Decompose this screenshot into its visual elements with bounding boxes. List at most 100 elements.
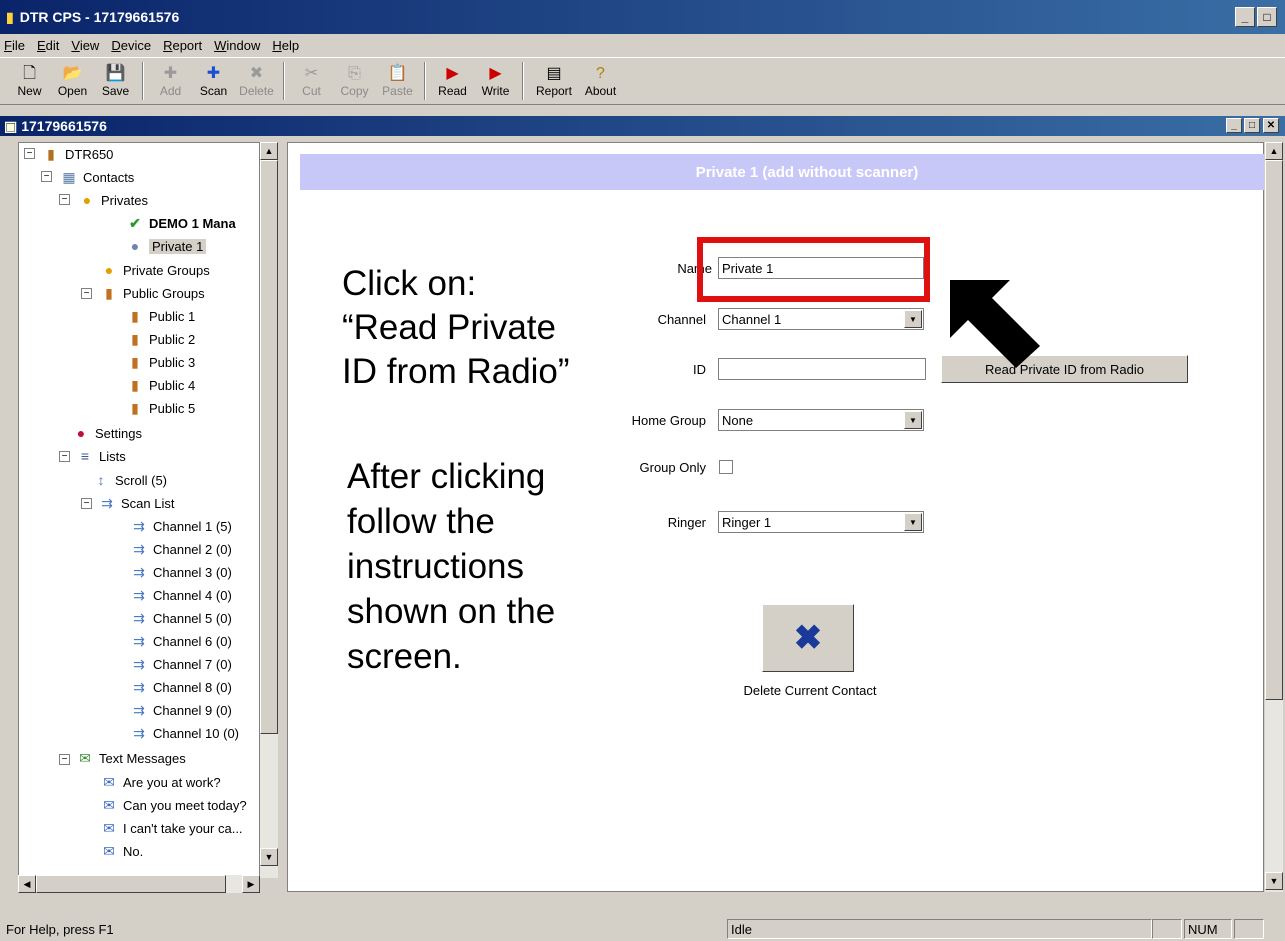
tree-node-channel[interactable]: ⇉ Channel 4 (0) (129, 584, 232, 606)
tree-node-channel[interactable]: ⇉ Channel 2 (0) (129, 538, 232, 560)
id-input[interactable] (718, 358, 926, 380)
menu-help[interactable]: Help (272, 38, 299, 53)
tree-node-channel[interactable]: ⇉ Channel 5 (0) (129, 607, 232, 629)
scroll-thumb[interactable] (260, 160, 278, 734)
minimize-button[interactable]: _ (1235, 7, 1255, 27)
tree-node-demo[interactable]: ✔ DEMO 1 Mana (125, 212, 236, 234)
ringer-value: Ringer 1 (722, 514, 772, 530)
highlight-box (697, 237, 930, 302)
scroll-thumb[interactable] (36, 875, 226, 893)
tree-collapse-toggle[interactable]: − (41, 171, 52, 182)
tree-vertical-scrollbar[interactable]: ▲ ▼ (260, 142, 278, 878)
scroll-thumb[interactable] (1265, 160, 1283, 700)
tree-collapse-toggle[interactable]: − (59, 451, 70, 462)
maximize-button[interactable]: □ (1257, 7, 1277, 27)
tree-collapse-toggle[interactable]: − (59, 754, 70, 765)
save-icon: 💾 (105, 65, 126, 82)
tree-node-channel[interactable]: ⇉ Channel 7 (0) (129, 653, 232, 675)
toolbar-separator (522, 62, 524, 100)
tree-node-channel[interactable]: ⇉ Channel 6 (0) (129, 630, 232, 652)
report-button[interactable]: ▤ Report (529, 58, 579, 104)
delete-icon: ✖ (249, 65, 264, 82)
tree-node-channel[interactable]: ⇉ Channel 9 (0) (129, 699, 232, 721)
form-vertical-scrollbar[interactable]: ▲ ▼ (1265, 142, 1283, 892)
delete-button[interactable]: ✖ Delete (235, 58, 278, 104)
cut-button[interactable]: ✂ Cut (290, 58, 333, 104)
child-window-title: 17179661576 (21, 118, 107, 134)
tree-node-scroll[interactable]: ↕ Scroll (5) (91, 469, 168, 491)
tree-node-private-groups[interactable]: ● Private Groups (99, 259, 210, 281)
tree-node-privates[interactable]: ● Privates (77, 189, 148, 211)
radio-device-icon: ▮ (47, 145, 55, 162)
chevron-down-icon[interactable]: ▼ (904, 513, 922, 531)
tree-node-public[interactable]: ▮ Public 1 (125, 305, 195, 327)
status-state: Idle (727, 919, 1152, 939)
list-icon: ≡ (80, 448, 90, 464)
home-group-select[interactable]: None ▼ (718, 409, 924, 431)
child-maximize-button[interactable]: □ (1244, 118, 1260, 133)
tree-node-channel[interactable]: ⇉ Channel 8 (0) (129, 676, 232, 698)
child-close-button[interactable]: ✕ (1263, 118, 1279, 133)
save-button[interactable]: 💾 Save (94, 58, 137, 104)
tree-node-private-1[interactable]: ● Private 1 (125, 235, 207, 257)
scissors-icon: ✂ (304, 65, 319, 82)
open-folder-icon: 📂 (62, 65, 83, 82)
menu-edit[interactable]: Edit (37, 38, 59, 53)
tree-node-public[interactable]: ▮ Public 2 (125, 328, 195, 350)
tree-node-message[interactable]: ✉ Are you at work? (99, 771, 220, 793)
tree-node-message[interactable]: ✉ No. (99, 840, 143, 862)
chevron-down-icon[interactable]: ▼ (904, 310, 922, 328)
tree-node-text-messages[interactable]: ✉ Text Messages (75, 747, 186, 769)
menu-view[interactable]: View (71, 38, 99, 53)
menu-file[interactable]: File (4, 38, 25, 53)
help-question-icon: ? (596, 65, 605, 82)
tree-node-message[interactable]: ✉ Can you meet today? (99, 794, 246, 816)
tree-node-public[interactable]: ▮ Public 5 (125, 397, 195, 419)
pointer-arrow-icon (950, 280, 1040, 368)
new-button[interactable]: 🗋 New (8, 58, 51, 104)
scan-button[interactable]: ✚ Scan (192, 58, 235, 104)
tree-node-public-groups[interactable]: ▮ Public Groups (99, 282, 205, 304)
delete-contact-button[interactable]: ✖ (762, 604, 854, 672)
app-title: DTR CPS - 17179661576 (19, 9, 180, 25)
tree-collapse-toggle[interactable]: − (24, 148, 35, 159)
scan-arrows-icon: ⇉ (133, 563, 145, 580)
tree-node-contacts[interactable]: ▦ Contacts (59, 166, 134, 188)
scroll-down-arrow-icon[interactable]: ▼ (260, 848, 278, 866)
scroll-left-arrow-icon[interactable]: ◀ (18, 875, 36, 893)
instruction-line: Click on: (342, 264, 477, 303)
menu-device[interactable]: Device (111, 38, 151, 53)
chevron-down-icon[interactable]: ▼ (904, 411, 922, 429)
add-button[interactable]: ✚ Add (149, 58, 192, 104)
tree-collapse-toggle[interactable]: − (81, 288, 92, 299)
copy-button[interactable]: ⎘ Copy (333, 58, 376, 104)
tree-node-public[interactable]: ▮ Public 3 (125, 351, 195, 373)
child-minimize-button[interactable]: _ (1226, 118, 1242, 133)
tree-node-scan-list[interactable]: ⇉ Scan List (97, 492, 174, 514)
channel-select[interactable]: Channel 1 ▼ (718, 308, 924, 330)
menu-window[interactable]: Window (214, 38, 260, 53)
write-button[interactable]: ▶ Write (474, 58, 517, 104)
tree-collapse-toggle[interactable]: − (59, 194, 70, 205)
tree-node-lists[interactable]: ≡ Lists (75, 445, 126, 467)
scroll-right-arrow-icon[interactable]: ▶ (242, 875, 260, 893)
about-button[interactable]: ? About (579, 58, 622, 104)
read-button[interactable]: ▶ Read (431, 58, 474, 104)
tree-node-message[interactable]: ✉ I can't take your ca... (99, 817, 242, 839)
tree-node-root[interactable]: ▮ DTR650 (41, 143, 113, 165)
group-only-checkbox[interactable] (719, 460, 733, 474)
tree-node-public[interactable]: ▮ Public 4 (125, 374, 195, 396)
tree-collapse-toggle[interactable]: − (81, 498, 92, 509)
tree-horizontal-scrollbar[interactable]: ◀ ▶ (18, 875, 260, 893)
open-button[interactable]: 📂 Open (51, 58, 94, 104)
paste-button[interactable]: 📋 Paste (376, 58, 419, 104)
tree-node-settings[interactable]: ● Settings (71, 422, 142, 444)
scroll-down-arrow-icon[interactable]: ▼ (1265, 872, 1283, 890)
menu-report[interactable]: Report (163, 38, 202, 53)
tree-node-channel[interactable]: ⇉ Channel 1 (5) (129, 515, 232, 537)
tree-node-channel[interactable]: ⇉ Channel 10 (0) (129, 722, 239, 744)
ringer-select[interactable]: Ringer 1 ▼ (718, 511, 924, 533)
tree-node-channel[interactable]: ⇉ Channel 3 (0) (129, 561, 232, 583)
scroll-up-arrow-icon[interactable]: ▲ (260, 142, 278, 160)
scroll-up-arrow-icon[interactable]: ▲ (1265, 142, 1283, 160)
